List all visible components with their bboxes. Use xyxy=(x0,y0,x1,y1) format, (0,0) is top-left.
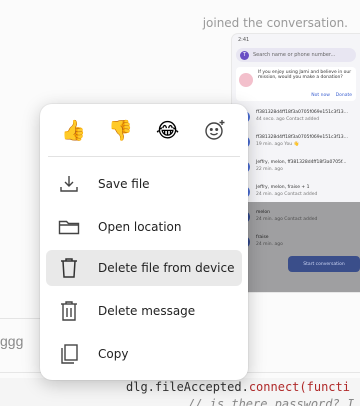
phone-dim-overlay xyxy=(232,202,360,292)
delete-file-menu-item[interactable]: Delete file from device xyxy=(46,250,242,286)
list-item: ff381328d4ff18f3a0705f069e151c3f13... 19 … xyxy=(232,131,360,156)
menu-item-label: Delete file from device xyxy=(98,261,235,275)
start-conversation-button: Start conversation xyxy=(288,256,360,272)
donate-label: Donate xyxy=(335,93,352,98)
donation-card: If you enjoy using Jami and believe in o… xyxy=(236,67,356,101)
hearts-icon xyxy=(239,73,253,87)
menu-item-label: Delete message xyxy=(98,304,196,318)
thumbs-up-icon[interactable]: 👍 xyxy=(59,115,89,145)
menu-item-label: Open location xyxy=(98,220,182,234)
delete-message-icon xyxy=(58,300,80,322)
avatar: T xyxy=(240,50,249,60)
message-input[interactable]: ggg xyxy=(0,333,23,349)
download-icon xyxy=(58,173,80,195)
copy-icon xyxy=(58,343,80,365)
open-location-menu-item[interactable]: Open location xyxy=(46,209,242,245)
trash-icon xyxy=(58,257,80,279)
copy-menu-item[interactable]: Copy xyxy=(46,336,242,372)
folder-icon xyxy=(58,216,80,238)
thumbs-down-icon[interactable]: 👎 xyxy=(106,115,136,145)
phone-search-bar: T Search name or phone number... xyxy=(236,48,356,62)
add-reaction-icon[interactable] xyxy=(200,115,230,145)
menu-item-label: Save file xyxy=(98,177,150,191)
phone-search-placeholder: Search name or phone number... xyxy=(253,52,336,58)
code-line: dlg.fileAccepted.connect(functi xyxy=(126,380,350,394)
phone-status-bar: 2:41 xyxy=(238,37,250,43)
image-attachment-preview[interactable]: 2:41 T Search name or phone number... If… xyxy=(232,34,360,292)
reaction-bar: 👍 👎 😂 xyxy=(40,104,248,156)
delete-message-menu-item[interactable]: Delete message xyxy=(46,293,242,329)
menu-item-label: Copy xyxy=(98,347,129,361)
divider xyxy=(48,156,240,157)
not-now-label: Not now xyxy=(311,93,330,98)
list-item: Jeffry, melon, ff381328d4ff18f3a0705f...… xyxy=(232,156,360,181)
code-comment: // is there password? I xyxy=(188,397,355,406)
donation-text: If you enjoy using Jami and believe in o… xyxy=(258,70,352,80)
message-context-menu: 👍 👎 😂 Save file Open location Delete fil… xyxy=(40,104,248,380)
list-item: ff381328d4ff18f3a0705f069e151c3f13... 44 … xyxy=(232,106,360,131)
donation-actions: Not now Donate xyxy=(311,93,352,98)
system-message: joined the conversation. xyxy=(202,16,348,30)
laughing-face-icon[interactable]: 😂 xyxy=(153,115,183,145)
code-editor-background: dlg.fileAccepted.connect(functi // is th… xyxy=(0,378,360,406)
save-file-menu-item[interactable]: Save file xyxy=(46,166,242,202)
